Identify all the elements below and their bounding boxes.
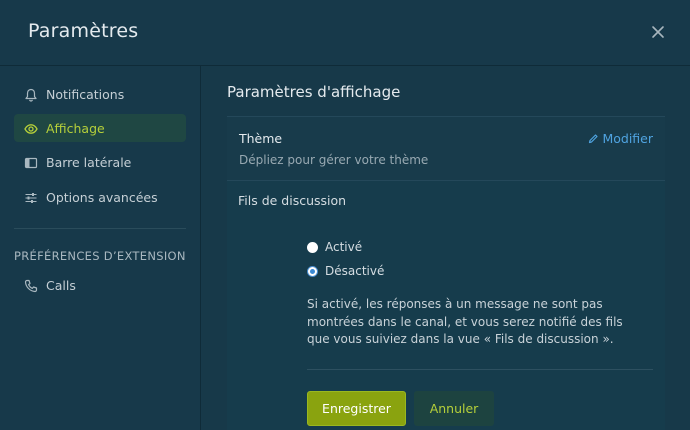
sidebar-item-notifications[interactable]: Notifications [14, 80, 186, 108]
sidebar-item-label: Affichage [46, 120, 105, 136]
sidebar-item-advanced[interactable]: Options avancées [14, 183, 186, 211]
save-button[interactable]: Enregistrer [307, 391, 406, 426]
sidebar-item-calls[interactable]: Calls [14, 271, 186, 299]
eye-icon [24, 121, 38, 135]
sidebar-item-label: Notifications [46, 86, 125, 102]
sidebar-divider [14, 228, 186, 229]
phone-icon [24, 278, 38, 293]
bell-icon [24, 87, 38, 102]
page-title: Paramètres d'affichage [227, 83, 401, 101]
sidebar-item-label: Calls [46, 277, 76, 293]
close-icon[interactable] [648, 22, 668, 42]
threads-label: Fils de discussion [238, 193, 347, 208]
sidebar-item-label: Options avancées [46, 189, 158, 205]
threads-help-text: Si activé, les réponses à un message ne … [307, 297, 623, 346]
cancel-button[interactable]: Annuler [414, 391, 494, 426]
radio-label: Activé [325, 240, 363, 254]
theme-label: Thème [239, 131, 283, 146]
extension-preferences-heading: PRÉFÉRENCES D’EXTENSION [14, 249, 186, 263]
radio-button-checked[interactable] [307, 265, 318, 277]
theme-setting[interactable]: Thème Dépliez pour gérer votre thème Mod… [227, 116, 665, 181]
radio-label: Désactivé [325, 264, 385, 278]
pencil-icon [589, 134, 599, 144]
radio-disabled[interactable]: Désactivé [307, 264, 384, 278]
edit-label: Modifier [602, 131, 653, 146]
settings-sidebar: Notifications Affichage Barre latérale O… [0, 66, 201, 430]
sliders-icon [24, 190, 38, 204]
theme-description: Dépliez pour gérer votre thème [239, 153, 429, 167]
divider [307, 369, 653, 370]
radio-enabled[interactable]: Activé [307, 240, 362, 254]
sidebar-icon [24, 155, 38, 169]
settings-content: Paramètres d'affichage Thème Dépliez pou… [202, 66, 690, 430]
settings-modal: Paramètres Notifications Affichage Barre… [0, 0, 690, 430]
threads-setting: Fils de discussion Activé Désactivé Si a… [227, 181, 665, 430]
sidebar-item-display[interactable]: Affichage [14, 114, 186, 142]
sidebar-item-label: Barre latérale [46, 154, 132, 170]
sidebar-item-sidebar[interactable]: Barre latérale [14, 148, 186, 176]
radio-button[interactable] [307, 241, 318, 253]
modal-title: Paramètres [28, 20, 139, 42]
modal-header: Paramètres [0, 0, 690, 66]
edit-theme-button[interactable]: Modifier [588, 131, 653, 146]
